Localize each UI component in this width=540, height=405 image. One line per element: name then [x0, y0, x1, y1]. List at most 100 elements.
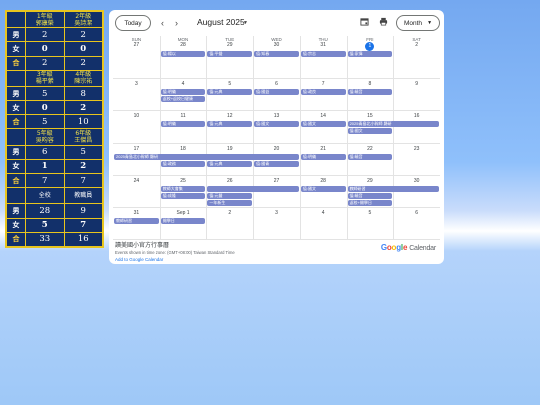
day-number[interactable]: 2: [206, 210, 253, 216]
calendar-event[interactable]: 值:元典: [207, 121, 253, 128]
chevron-right-icon[interactable]: ›: [175, 18, 178, 28]
calendar-event[interactable]: 2025青島北小幹師 縣研: [114, 153, 299, 160]
grade-header: 2年級 吳詩潔: [74, 12, 93, 27]
grade-header: 6年級 王傑昌: [74, 130, 93, 145]
grade-header: 3年級 楊平縈: [26, 70, 65, 86]
calendar-toolbar: Today ‹ › August 2025 ▼ Month ▼: [109, 10, 444, 36]
day-number[interactable]: Sep 1: [160, 210, 207, 216]
day-number[interactable]: 31: [300, 42, 347, 48]
day-number[interactable]: 31: [113, 210, 160, 216]
day-number[interactable]: 12: [206, 113, 253, 119]
day-number[interactable]: 16: [393, 113, 440, 119]
calendar-event[interactable]: 值:國文: [300, 121, 346, 128]
day-number[interactable]: 27: [253, 178, 300, 184]
calendar-event[interactable]: 值:國青: [254, 160, 299, 167]
google-calendar-logo[interactable]: Google Calendar: [381, 243, 436, 252]
today-marker[interactable]: 1: [365, 42, 375, 51]
month-title[interactable]: August 2025: [197, 17, 245, 27]
day-number[interactable]: 2: [393, 42, 440, 48]
calendar-event[interactable]: 值:元豐: [207, 192, 253, 199]
day-number[interactable]: 22: [347, 146, 394, 152]
day-number[interactable]: 10: [113, 113, 160, 119]
day-number[interactable]: 3: [113, 81, 160, 87]
day-number[interactable]: 21: [300, 146, 347, 152]
day-number[interactable]: 24: [113, 178, 160, 184]
grade-header: 4年級 陳宗祐: [74, 71, 93, 86]
day-number[interactable]: 28: [160, 42, 207, 48]
calendar-event[interactable]: 教師研習: [114, 217, 159, 224]
day-number[interactable]: 29: [347, 178, 394, 184]
stats-value: 2: [80, 58, 86, 69]
stats-value: 6: [26, 145, 65, 159]
day-number[interactable]: 30: [393, 178, 440, 184]
calendar-event[interactable]: 值:曉音: [347, 192, 393, 199]
calendar-event[interactable]: 一年新生: [207, 199, 253, 206]
stats-row-boy: 男5 8: [7, 86, 102, 102]
stats-header-row: 3年級 楊平縈 4年級 陳宗祐: [7, 70, 102, 87]
calendar-event[interactable]: 值:楊以: [160, 51, 206, 57]
day-number[interactable]: 23: [393, 146, 440, 152]
print-icon[interactable]: [379, 17, 388, 26]
calendar-event[interactable]: 值:平聲: [207, 51, 253, 57]
day-number[interactable]: 11: [160, 113, 207, 119]
calendar-event[interactable]: 2025青島北小幹師 縣研: [347, 121, 439, 128]
day-number[interactable]: 4: [300, 210, 347, 216]
day-number[interactable]: 7: [300, 81, 347, 87]
calendar-event[interactable]: 返校+返校日健康: [160, 96, 206, 103]
calendar-event[interactable]: 值:知春: [254, 51, 299, 57]
view-selector-label: Month: [403, 19, 423, 27]
calendar-event[interactable]: [207, 185, 299, 192]
calendar-event[interactable]: 值:家偉: [347, 51, 393, 57]
day-number[interactable]: 26: [206, 178, 253, 184]
calendar-event[interactable]: 值:元典: [207, 160, 253, 167]
calendar-event[interactable]: 值:政務: [160, 160, 206, 167]
day-number[interactable]: 28: [300, 178, 347, 184]
calendar-event[interactable]: 值:元典: [207, 89, 253, 96]
day-number[interactable]: 8: [347, 81, 394, 87]
calendar-icon[interactable]: [360, 17, 369, 26]
calendar-event[interactable]: 教師研習: [347, 185, 439, 192]
calendar-event[interactable]: 值:國文: [300, 185, 346, 192]
calendar-event[interactable]: 值:國文: [254, 121, 299, 128]
day-number[interactable]: 9: [393, 81, 440, 87]
calendar-event[interactable]: 值:成隆: [160, 192, 206, 199]
chevron-left-icon[interactable]: ‹: [161, 18, 164, 28]
stats-row-label: 男: [7, 145, 26, 159]
day-number[interactable]: 6: [253, 81, 300, 87]
day-number[interactable]: 13: [253, 113, 300, 119]
add-to-google-calendar-link[interactable]: Add to Google Calendar: [115, 257, 163, 262]
calendar-event[interactable]: 教師大會集: [160, 185, 206, 192]
day-number[interactable]: 4: [160, 81, 207, 87]
calendar-event[interactable]: 值:明儀: [300, 153, 346, 160]
calendar-event[interactable]: 值:政良: [300, 89, 346, 96]
day-number[interactable]: 27: [113, 42, 160, 48]
stats-row-tot: 合 5 10: [7, 115, 102, 130]
day-number[interactable]: 30: [253, 42, 300, 48]
day-number[interactable]: 6: [393, 210, 440, 216]
view-selector-button[interactable]: Month ▼: [396, 15, 440, 31]
day-number[interactable]: 20: [253, 146, 300, 152]
day-number[interactable]: 25: [160, 178, 207, 184]
day-number[interactable]: 17: [113, 146, 160, 152]
calendar-event[interactable]: 值:明儀: [160, 121, 206, 128]
caret-down-icon[interactable]: ▼: [243, 20, 248, 26]
day-number[interactable]: 3: [253, 210, 300, 216]
day-number[interactable]: 14: [300, 113, 347, 119]
today-button[interactable]: Today: [115, 15, 151, 31]
day-number[interactable]: 5: [347, 210, 394, 216]
calendar-event[interactable]: 值:宗志: [300, 51, 346, 57]
day-number[interactable]: 5: [206, 81, 253, 87]
calendar-event[interactable]: 值:曉音: [347, 153, 393, 160]
day-number[interactable]: 29: [206, 42, 253, 48]
calendar-event[interactable]: 值:曉音: [347, 89, 393, 96]
calendar-event[interactable]: 值:國文: [347, 128, 393, 135]
calendar-event[interactable]: 返校+開學日: [347, 199, 393, 206]
calendar-event[interactable]: 值:明儀: [160, 89, 206, 96]
day-number[interactable]: 19: [206, 146, 253, 152]
stats-row-tot: 合77: [7, 174, 102, 189]
day-number[interactable]: 18: [160, 146, 207, 152]
day-number[interactable]: 15: [347, 113, 394, 119]
calendar-event[interactable]: 值:國益: [254, 89, 299, 96]
day-number[interactable]: 1: [347, 42, 394, 51]
calendar-event[interactable]: 開學日: [160, 217, 206, 224]
